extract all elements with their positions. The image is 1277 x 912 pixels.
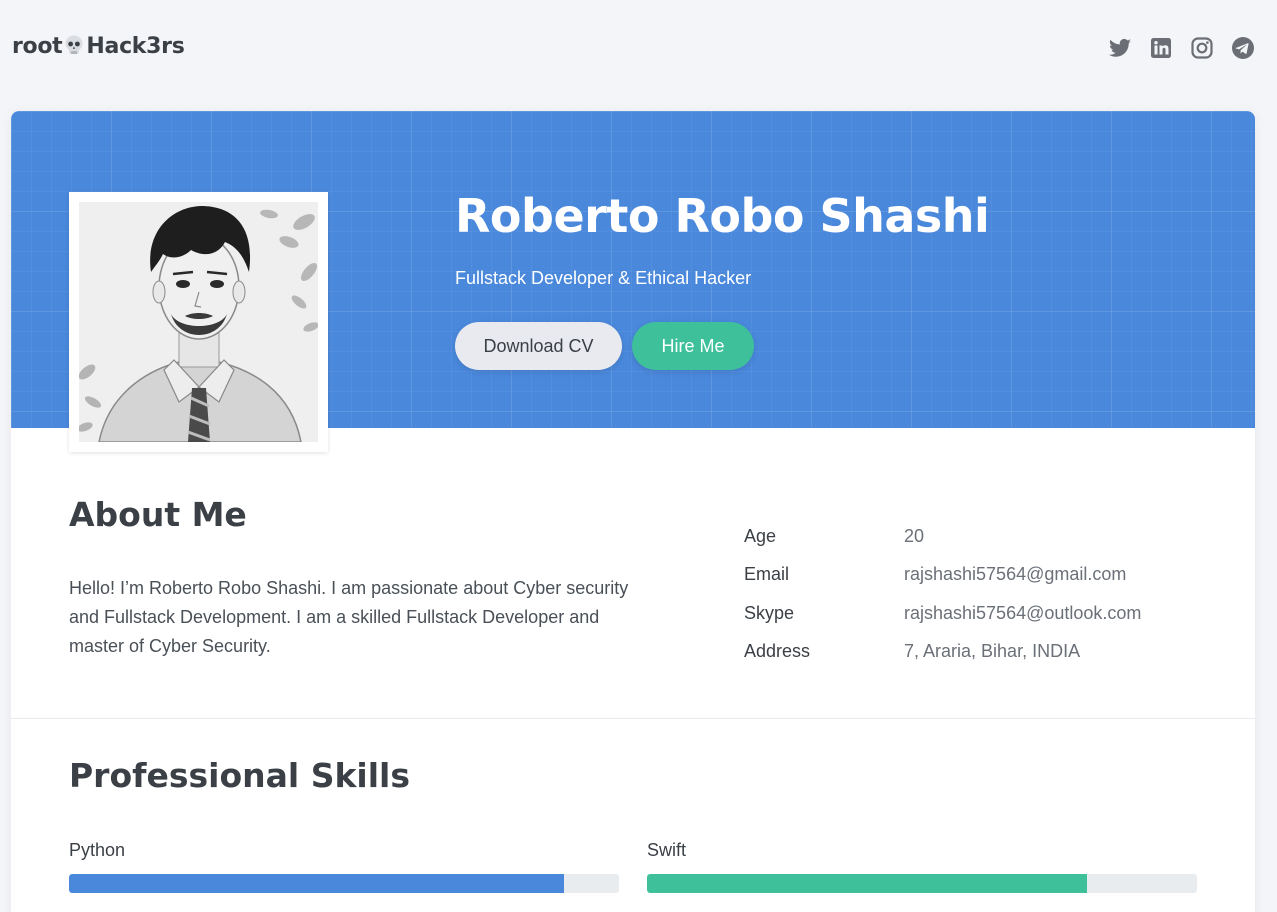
profile-name: Roberto Robo Shashi [455,189,990,243]
skull-icon [65,35,83,54]
info-row-address: Address 7, Araria, Bihar, INDIA [744,633,1141,672]
info-label: Address [744,641,811,662]
telegram-icon[interactable] [1231,36,1255,60]
info-label: Skype [744,602,795,623]
skill-label: Python [69,840,126,860]
top-navbar: root Hack3rs [0,0,1277,96]
twitter-icon[interactable] [1108,36,1132,60]
skill-python: Python [69,840,619,893]
info-value: rajshashi57564@gmail.com [904,564,1127,585]
site-logo[interactable]: root Hack3rs [12,34,185,59]
info-row-email: Email rajshashi57564@gmail.com [744,556,1141,595]
skill-progress-fill [647,874,1087,893]
about-paragraph: Hello! I’m Roberto Robo Shashi. I am pas… [69,578,629,656]
skill-progress-track [647,874,1197,893]
personal-info-list: Age 20 Email rajshashi57564@gmail.com Sk… [744,517,1141,671]
skill-progress-fill [69,874,564,893]
skill-progress-track [69,874,619,893]
info-label: Age [744,525,777,546]
linkedin-icon[interactable] [1149,36,1173,60]
download-cv-button[interactable]: Download CV [455,322,622,370]
info-row-skype: Skype rajshashi57564@outlook.com [744,594,1141,633]
info-value: 20 [904,525,925,546]
section-divider [11,718,1255,719]
skills-heading: Professional Skills [69,756,410,795]
info-row-age: Age 20 [744,517,1141,556]
instagram-icon[interactable] [1190,36,1214,60]
info-value: 7, Araria, Bihar, INDIA [904,641,1081,662]
profile-tagline: Fullstack Developer & Ethical Hacker [455,268,752,288]
info-label: Email [744,564,790,585]
brand-suffix: Hack3rs [86,34,185,59]
info-value: rajshashi57564@outlook.com [904,602,1142,623]
profile-avatar [79,202,318,442]
skill-swift: Swift [647,840,1197,893]
social-links [1108,36,1255,60]
hire-me-button[interactable]: Hire Me [632,322,754,370]
about-heading: About Me [69,495,247,534]
brand-prefix: root [12,34,63,59]
resume-card: Roberto Robo Shashi Fullstack Developer … [11,111,1255,912]
skill-label: Swift [647,840,687,860]
profile-photo-frame [69,192,328,452]
